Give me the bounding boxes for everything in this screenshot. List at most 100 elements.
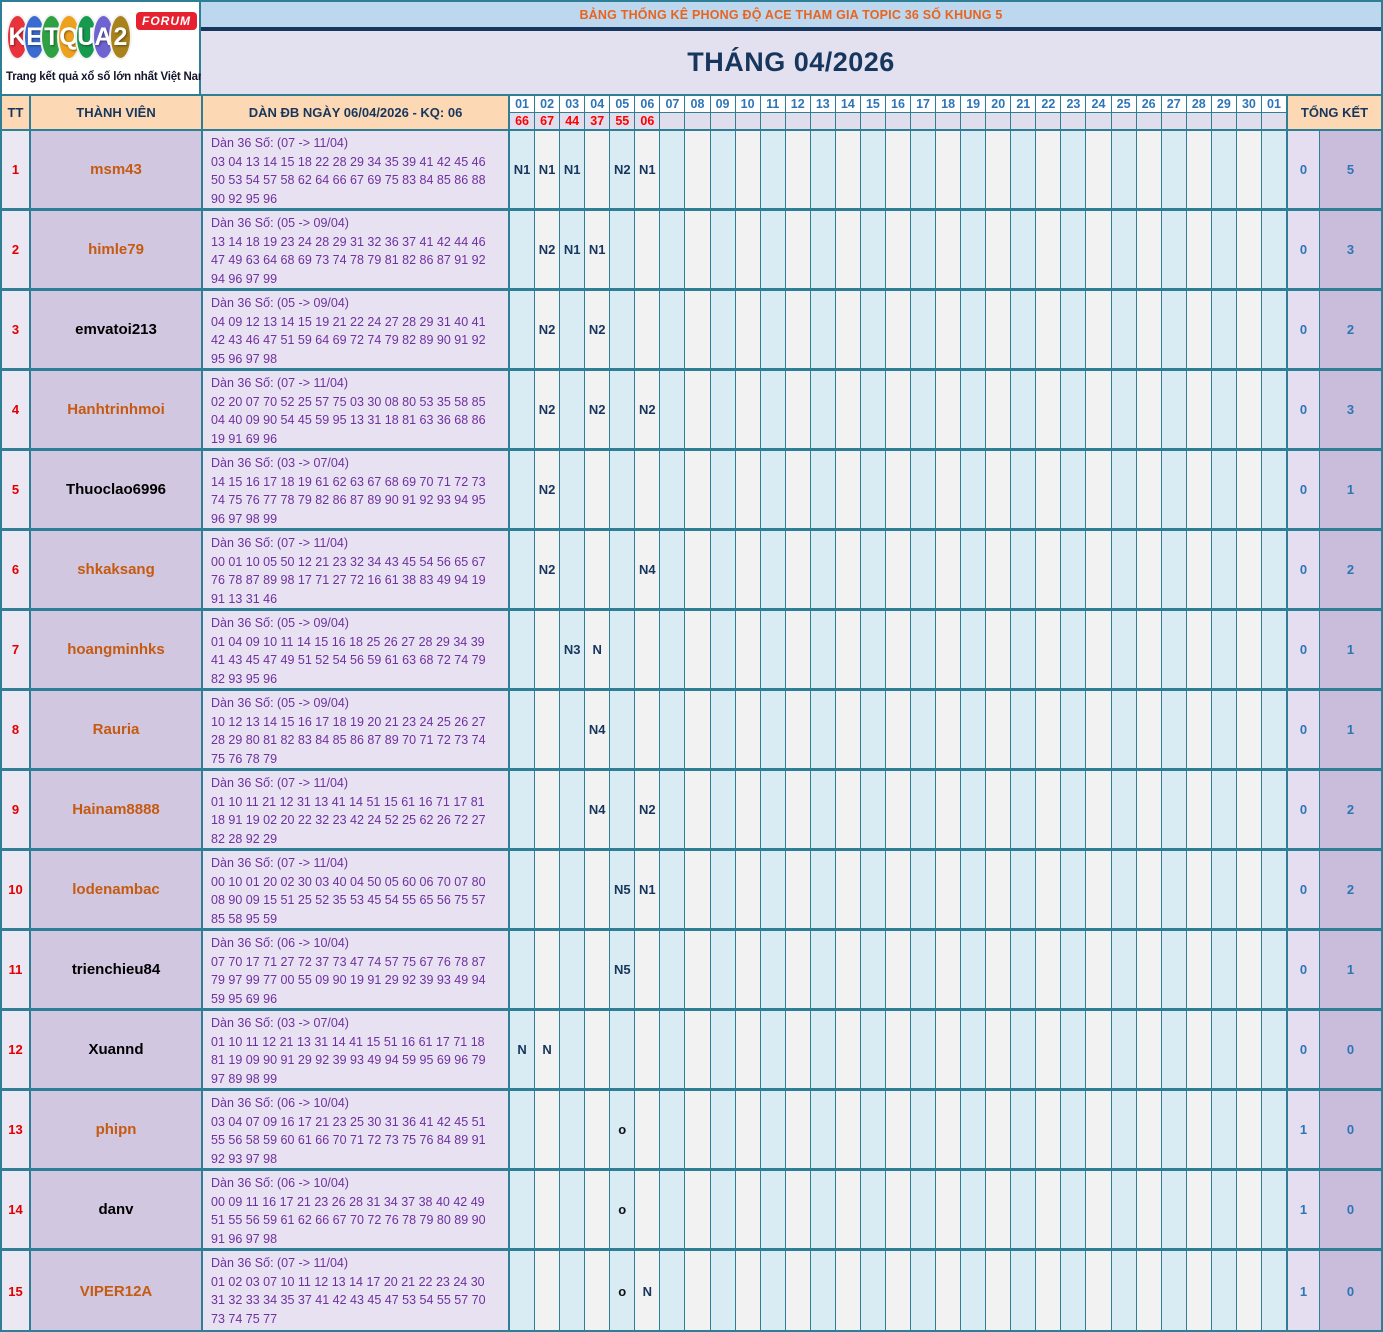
day-empty-cell [1061, 451, 1086, 528]
day-cells: N5 N1 [510, 851, 1288, 928]
day-empty-cell [986, 531, 1011, 608]
day-empty-cell [1186, 371, 1211, 448]
day-empty-cell [860, 211, 885, 288]
total-right: 2 [1320, 291, 1381, 368]
day-empty-cell [635, 1171, 660, 1248]
day-empty-cell [1211, 1251, 1236, 1330]
member-name: trienchieu84 [31, 931, 203, 1008]
day-header-cell: 21 [1011, 96, 1036, 112]
day-empty-cell [610, 371, 635, 448]
day-empty-cell [760, 1091, 785, 1168]
day-empty-cell [1111, 211, 1136, 288]
day-empty-cell [710, 931, 735, 1008]
day-empty-cell [610, 691, 635, 768]
dan-numbers: 00 01 10 05 50 12 21 23 32 34 43 45 54 5… [211, 554, 486, 606]
day-empty-cell [1261, 1171, 1286, 1248]
day-empty-cell [1086, 771, 1111, 848]
day-empty-cell [1211, 1011, 1236, 1088]
day-empty-cell [785, 211, 810, 288]
dan-range-line: Dàn 36 Số: (07 -> 11/04) [211, 536, 349, 550]
day-empty-cell [510, 211, 535, 288]
member-row: 9 Hainam8888 Dàn 36 Số: (07 -> 11/04) 01 10… [2, 771, 1381, 851]
day-empty-cell [785, 771, 810, 848]
day-empty-cell [1061, 291, 1086, 368]
member-name: himle79 [31, 211, 203, 288]
day-header-cell: 18 [936, 96, 961, 112]
total-left: 0 [1288, 291, 1320, 368]
day-empty-cell [835, 531, 860, 608]
dan-cell: Dàn 36 Số: (07 -> 11/04) 00 01 10 05 50 1… [203, 531, 510, 608]
day-empty-cell [760, 771, 785, 848]
day-empty-cell [1236, 1171, 1261, 1248]
day-empty-cell [560, 1251, 585, 1330]
logo-tagline: Trang kết quả xổ số lớn nhất Việt Nam [6, 71, 208, 83]
day-empty-cell [936, 691, 961, 768]
day-empty-cell [1011, 771, 1036, 848]
day-empty-cell [986, 611, 1011, 688]
dan-numbers: 07 70 17 71 27 72 37 73 47 74 57 75 67 7… [211, 954, 486, 1006]
day-empty-cell [660, 1011, 685, 1088]
day-empty-cell [1036, 1091, 1061, 1168]
total-right: 1 [1320, 451, 1381, 528]
day-empty-cell [710, 451, 735, 528]
day-empty-cell [911, 691, 936, 768]
day-mark-cell: N5 [610, 931, 635, 1008]
member-name: VIPER12A [31, 1251, 203, 1330]
day-empty-cell [1036, 1171, 1061, 1248]
member-name: shkaksang [31, 531, 203, 608]
total-right: 0 [1320, 1251, 1381, 1330]
total-left: 0 [1288, 771, 1320, 848]
member-name-label: Xuannd [88, 1041, 144, 1058]
day-empty-cell [585, 1171, 610, 1248]
member-name-label: Rauria [92, 721, 140, 738]
day-empty-cell [1261, 851, 1286, 928]
day-header-cell: 28 [1186, 96, 1211, 112]
day-empty-cell [1011, 1251, 1036, 1330]
day-empty-cell [835, 851, 860, 928]
result-cell: 44 [560, 113, 585, 129]
day-empty-cell [1211, 371, 1236, 448]
total-left: 0 [1288, 371, 1320, 448]
day-empty-cell [911, 771, 936, 848]
result-cell: 66 [510, 113, 535, 129]
day-empty-cell [1111, 931, 1136, 1008]
day-empty-cell [835, 611, 860, 688]
row-index: 15 [2, 1251, 31, 1330]
dan-range-line: Dàn 36 Số: (07 -> 11/04) [211, 1256, 349, 1270]
day-empty-cell [810, 371, 835, 448]
day-empty-cell [986, 371, 1011, 448]
logo-letters: K E T Q U A 2 FORUM [6, 6, 198, 68]
dan-cell: Dàn 36 Số: (05 -> 09/04) 13 14 18 19 23 2… [203, 211, 510, 288]
header-total: TỔNG KẾT [1288, 96, 1381, 129]
day-empty-cell [660, 1091, 685, 1168]
day-empty-cell [1186, 131, 1211, 208]
day-empty-cell [1011, 851, 1036, 928]
day-mark-cell: N2 [535, 531, 560, 608]
day-empty-cell [961, 1091, 986, 1168]
day-empty-cell [1261, 931, 1286, 1008]
logo-letter-2: 2 [108, 14, 133, 60]
member-row: 2 himle79 Dàn 36 Số: (05 -> 09/04) 13 14 18… [2, 211, 1381, 291]
day-empty-cell [1236, 211, 1261, 288]
day-empty-cell [1061, 131, 1086, 208]
dan-numbers: 03 04 07 09 16 17 21 23 25 30 31 36 41 4… [211, 1114, 486, 1166]
day-empty-cell [1136, 131, 1161, 208]
day-empty-cell [860, 1251, 885, 1330]
day-empty-cell [610, 531, 635, 608]
day-empty-cell [961, 611, 986, 688]
day-empty-cell [835, 371, 860, 448]
day-empty-cell [710, 771, 735, 848]
result-cell [1136, 113, 1161, 129]
day-empty-cell [635, 691, 660, 768]
day-empty-cell [1136, 211, 1161, 288]
day-cells: N2 [510, 451, 1288, 528]
day-empty-cell [785, 1091, 810, 1168]
day-empty-cell [685, 931, 710, 1008]
day-empty-cell [635, 451, 660, 528]
result-cell [835, 113, 860, 129]
day-empty-cell [1136, 451, 1161, 528]
member-name-label: shkaksang [77, 561, 155, 578]
total-left: 0 [1288, 1011, 1320, 1088]
day-empty-cell [760, 931, 785, 1008]
member-name: hoangminhks [31, 611, 203, 688]
